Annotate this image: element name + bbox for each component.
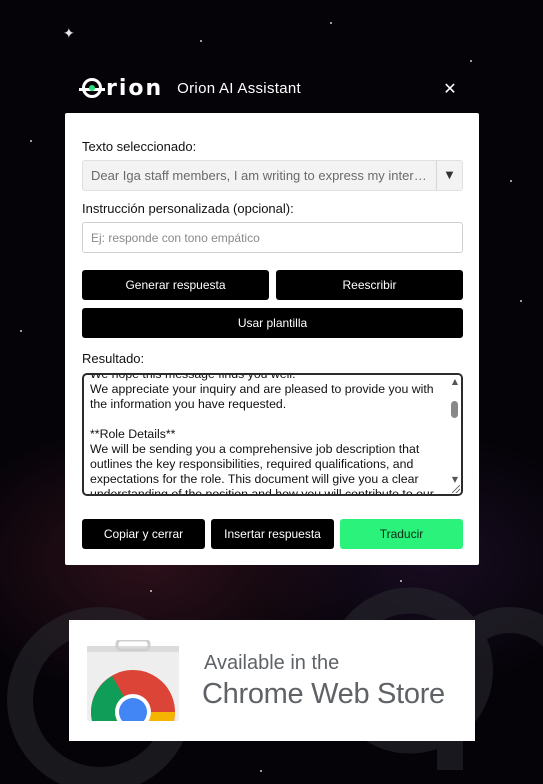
scroll-up-icon[interactable]: ▲ — [452, 377, 458, 386]
selected-text-dropdown[interactable]: Dear Iga staff members, I am writing to … — [82, 160, 463, 191]
scroll-thumb[interactable] — [451, 401, 458, 418]
result-text: We hope this message finds you well. We … — [90, 373, 434, 496]
dropdown-arrow-icon: ▼ — [436, 161, 462, 190]
star — [20, 330, 22, 332]
translate-button[interactable]: Traducir — [340, 519, 463, 549]
rewrite-button[interactable]: Reescribir — [276, 270, 463, 300]
app-header: rion Orion AI Assistant ✕ — [79, 74, 462, 102]
custom-instruction-input[interactable] — [82, 222, 463, 253]
star — [510, 180, 512, 182]
selected-text-value: Dear Iga staff members, I am writing to … — [91, 168, 431, 183]
assistant-panel: Texto seleccionado: Dear Iga staff membe… — [65, 113, 479, 565]
resize-handle-icon[interactable] — [452, 485, 460, 493]
result-textarea[interactable]: We hope this message finds you well. We … — [82, 373, 463, 496]
logo-ring-icon — [79, 78, 105, 98]
star — [200, 40, 202, 42]
result-scrollbar[interactable]: ▲ ▼ — [447, 375, 461, 494]
logo-text: rion — [106, 75, 164, 101]
generate-response-button[interactable]: Generar respuesta — [82, 270, 269, 300]
insert-response-button[interactable]: Insertar respuesta — [211, 519, 334, 549]
close-icon: ✕ — [443, 78, 457, 98]
chrome-web-store-icon — [87, 640, 179, 721]
orion-logo: rion — [79, 75, 164, 101]
custom-instruction-label: Instrucción personalizada (opcional): — [82, 201, 294, 216]
copy-close-button[interactable]: Copiar y cerrar — [82, 519, 205, 549]
selected-text-label: Texto seleccionado: — [82, 139, 197, 154]
result-label: Resultado: — [82, 351, 145, 366]
badge-line1: Available in the — [204, 652, 340, 674]
star — [470, 60, 472, 62]
close-button[interactable]: ✕ — [438, 76, 462, 100]
app-title: Orion AI Assistant — [177, 79, 301, 97]
chrome-web-store-badge[interactable]: Available in the Chrome Web Store — [69, 620, 475, 741]
badge-line2: Chrome Web Store — [202, 678, 445, 710]
star — [520, 300, 522, 302]
star-sparkle: ✦ — [63, 26, 75, 42]
use-template-button[interactable]: Usar plantilla — [82, 308, 463, 338]
star — [330, 22, 332, 24]
scroll-down-icon[interactable]: ▼ — [452, 475, 458, 484]
star — [30, 140, 32, 142]
